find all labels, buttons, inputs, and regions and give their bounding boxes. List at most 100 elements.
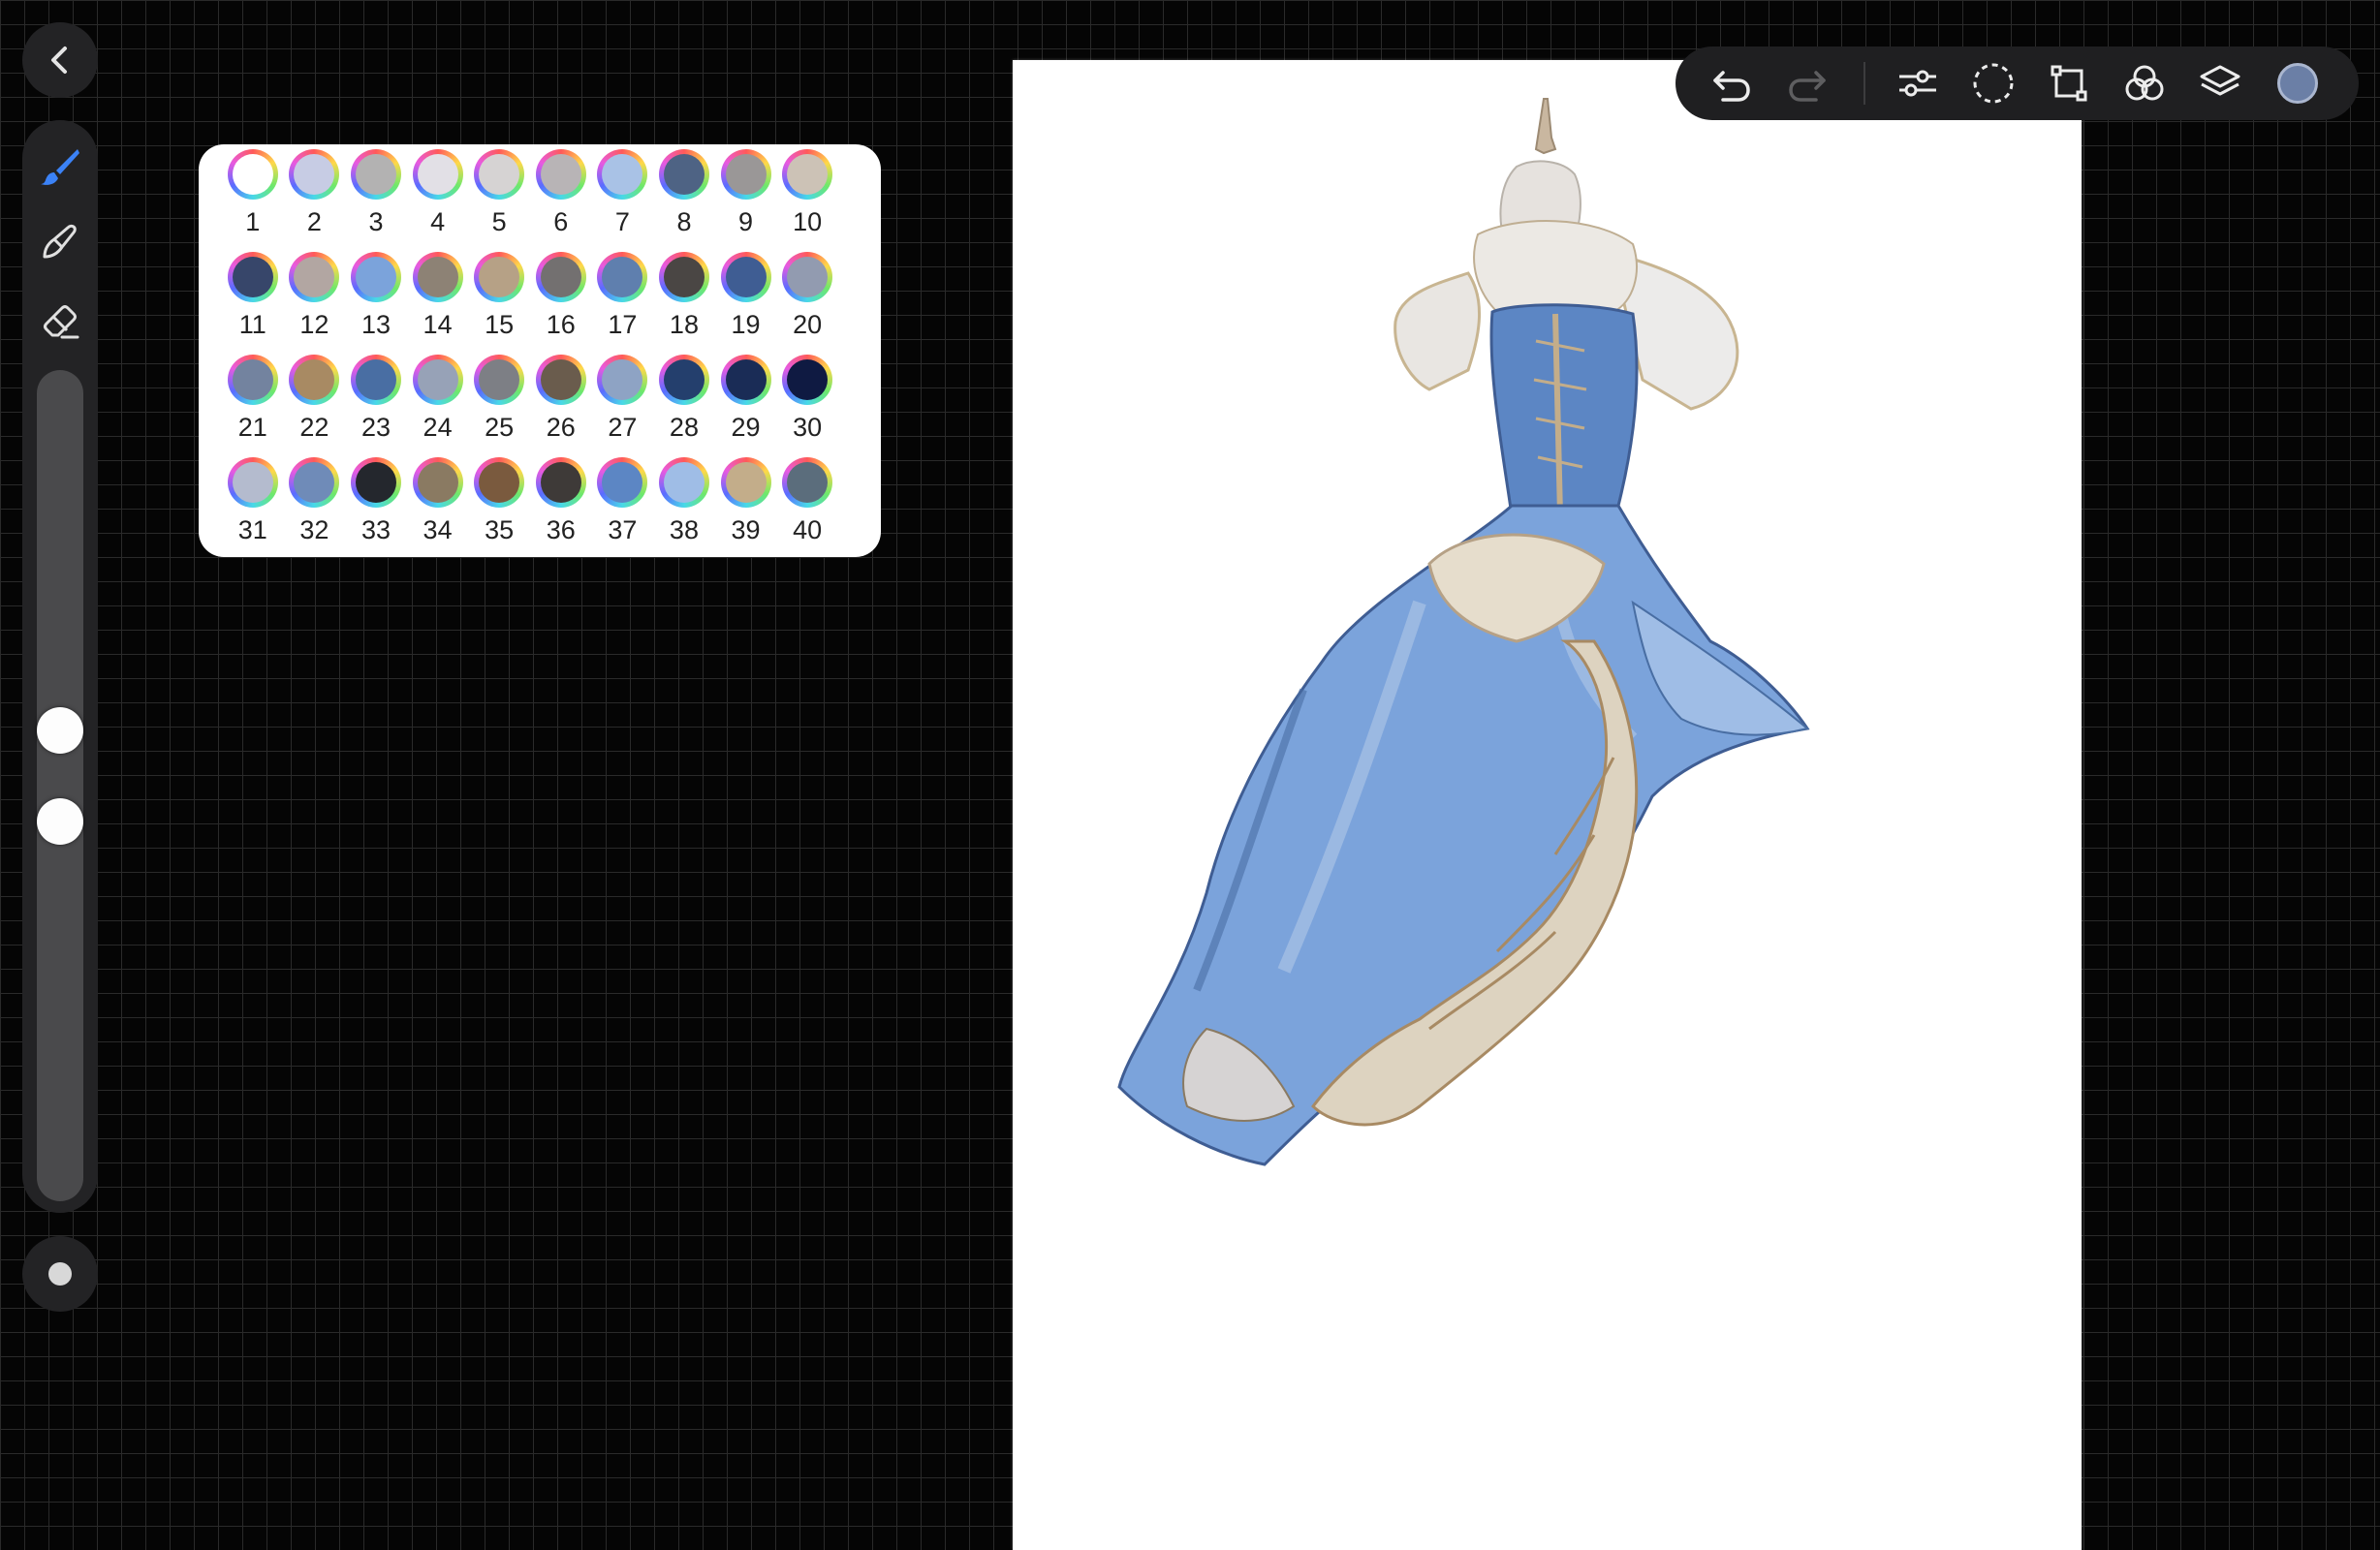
adjustments-button[interactable] [1891, 56, 1945, 110]
swatch-color [725, 359, 767, 400]
palette-swatch-30[interactable]: 30 [776, 355, 838, 457]
palette-swatch-32[interactable]: 32 [284, 457, 346, 560]
swatch-color-ring [597, 457, 648, 508]
swatch-color [725, 154, 767, 195]
swatch-number: 39 [731, 515, 761, 544]
swatch-color [787, 257, 829, 297]
swatch-number: 15 [485, 310, 515, 339]
palette-swatch-11[interactable]: 11 [222, 252, 284, 355]
swatch-number: 18 [669, 310, 699, 339]
swatch-color-ring [782, 252, 833, 302]
palette-swatch-5[interactable]: 5 [468, 149, 530, 252]
layers-icon [2200, 65, 2240, 96]
swatch-color-ring [535, 149, 586, 200]
swatch-color [540, 462, 581, 503]
swatch-color [663, 462, 705, 503]
palette-swatch-21[interactable]: 21 [222, 355, 284, 457]
swatch-color [479, 257, 520, 297]
modify-button[interactable] [22, 1236, 98, 1312]
palette-swatch-18[interactable]: 18 [653, 252, 715, 355]
swatch-color-ring [350, 355, 401, 405]
swatch-number: 5 [491, 207, 507, 236]
palette-swatch-9[interactable]: 9 [715, 149, 777, 252]
swatch-number: 13 [360, 310, 391, 339]
palette-swatch-17[interactable]: 17 [592, 252, 654, 355]
undo-button[interactable] [1705, 56, 1759, 110]
swatch-color-ring [720, 355, 771, 405]
palette-swatch-16[interactable]: 16 [530, 252, 592, 355]
swatch-color-ring [474, 355, 525, 405]
palette-swatch-38[interactable]: 38 [653, 457, 715, 560]
brush-size-slider-handle[interactable] [37, 707, 83, 754]
paintbrush-icon [41, 149, 79, 185]
palette-swatch-19[interactable]: 19 [715, 252, 777, 355]
swatch-color [479, 154, 520, 195]
palette-swatch-26[interactable]: 26 [530, 355, 592, 457]
palette-swatch-37[interactable]: 37 [592, 457, 654, 560]
swatch-number: 36 [546, 515, 576, 544]
palette-swatch-35[interactable]: 35 [468, 457, 530, 560]
swatch-number: 20 [793, 310, 823, 339]
swatch-number: 35 [485, 515, 515, 544]
current-color-button[interactable] [2270, 56, 2325, 110]
palette-swatch-10[interactable]: 10 [776, 149, 838, 252]
palette-swatch-20[interactable]: 20 [776, 252, 838, 355]
drawing-canvas[interactable] [1013, 60, 2082, 1550]
palette-swatch-2[interactable]: 2 [284, 149, 346, 252]
eraser-tool-button[interactable] [35, 294, 85, 345]
swatch-number: 16 [546, 310, 576, 339]
swatch-color [232, 462, 273, 503]
layers-button[interactable] [2193, 56, 2247, 110]
swatch-color-ring [227, 252, 278, 302]
redo-button[interactable] [1780, 56, 1834, 110]
smudge-icon [43, 224, 77, 259]
palette-swatch-25[interactable]: 25 [468, 355, 530, 457]
palette-swatch-33[interactable]: 33 [345, 457, 407, 560]
swatch-color [479, 462, 520, 503]
palette-swatch-23[interactable]: 23 [345, 355, 407, 457]
swatch-number: 31 [237, 515, 267, 544]
selection-button[interactable] [1966, 56, 2020, 110]
blend-modes-icon [2125, 65, 2164, 101]
back-button[interactable] [22, 22, 98, 98]
palette-swatch-7[interactable]: 7 [592, 149, 654, 252]
palette-swatch-4[interactable]: 4 [407, 149, 469, 252]
palette-swatch-31[interactable]: 31 [222, 457, 284, 560]
palette-swatch-6[interactable]: 6 [530, 149, 592, 252]
palette-swatch-12[interactable]: 12 [284, 252, 346, 355]
swatch-color-ring [289, 252, 340, 302]
transform-button[interactable] [2042, 56, 2096, 110]
swatch-color-ring [474, 149, 525, 200]
palette-swatch-3[interactable]: 3 [345, 149, 407, 252]
palette-swatch-1[interactable]: 1 [222, 149, 284, 252]
swatch-color-ring [782, 149, 833, 200]
swatch-color-ring [412, 457, 463, 508]
palette-swatch-8[interactable]: 8 [653, 149, 715, 252]
swatch-color-ring [474, 457, 525, 508]
palette-swatch-39[interactable]: 39 [715, 457, 777, 560]
swatch-color [417, 462, 458, 503]
palette-swatch-14[interactable]: 14 [407, 252, 469, 355]
swatch-number: 22 [299, 413, 329, 442]
blend-modes-button[interactable] [2117, 56, 2172, 110]
palette-swatch-40[interactable]: 40 [776, 457, 838, 560]
swatch-number: 3 [368, 207, 384, 236]
swatch-color [663, 257, 705, 297]
brush-tool-button[interactable] [35, 141, 85, 192]
palette-swatch-28[interactable]: 28 [653, 355, 715, 457]
swatch-color [294, 359, 335, 400]
palette-swatch-27[interactable]: 27 [592, 355, 654, 457]
swatch-color [294, 462, 335, 503]
swatch-color-ring [720, 149, 771, 200]
palette-swatch-34[interactable]: 34 [407, 457, 469, 560]
palette-swatch-15[interactable]: 15 [468, 252, 530, 355]
palette-swatch-13[interactable]: 13 [345, 252, 407, 355]
smudge-tool-button[interactable] [35, 216, 85, 266]
palette-swatch-22[interactable]: 22 [284, 355, 346, 457]
palette-swatch-36[interactable]: 36 [530, 457, 592, 560]
swatch-number: 29 [731, 413, 761, 442]
opacity-slider-handle[interactable] [37, 798, 83, 845]
palette-swatch-29[interactable]: 29 [715, 355, 777, 457]
palette-swatch-24[interactable]: 24 [407, 355, 469, 457]
swatch-color [663, 154, 705, 195]
